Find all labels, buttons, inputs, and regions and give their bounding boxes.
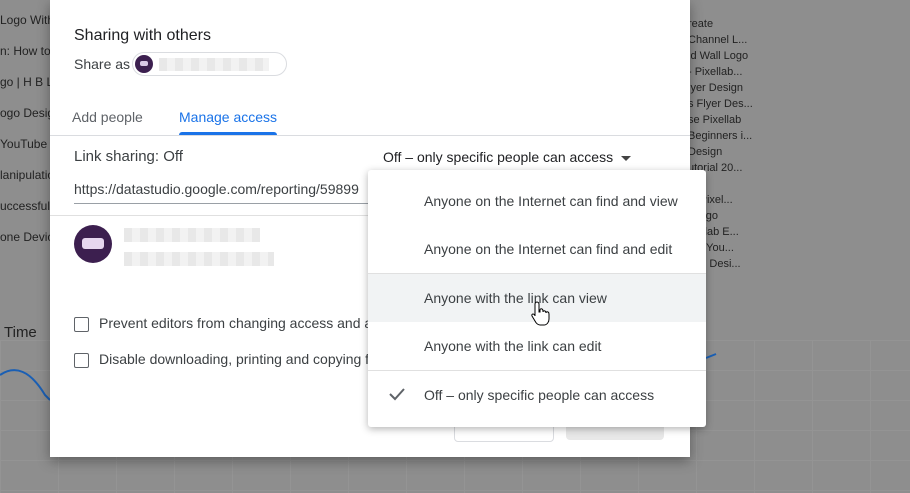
tab-manage-access[interactable]: Manage access bbox=[179, 109, 277, 125]
bg-list-item: go | H B Lo bbox=[0, 75, 52, 89]
checkmark-icon bbox=[389, 388, 405, 401]
disable-downloading-label: Disable downloading, printing and copyin… bbox=[99, 351, 370, 367]
share-url-field[interactable]: https://datastudio.google.com/reporting/… bbox=[74, 181, 394, 204]
share-as-account-chip[interactable] bbox=[132, 52, 287, 76]
prevent-editors-label: Prevent editors from changing access and… bbox=[99, 315, 373, 331]
bg-list-item: Logo With bbox=[0, 13, 52, 27]
bg-list-item: Beginners i... bbox=[688, 130, 753, 142]
bg-list-item: s Flyer Des... bbox=[688, 98, 753, 110]
redacted-owner-name bbox=[124, 228, 260, 242]
bg-list-item: n: How to bbox=[0, 44, 51, 58]
prevent-editors-checkbox[interactable] bbox=[74, 316, 89, 332]
hand-pointer-icon bbox=[531, 301, 550, 326]
prevent-editors-option[interactable]: Prevent editors from changing access and… bbox=[74, 315, 372, 332]
background-left-list: Logo With n: How to go | H B Lo ogo Desi… bbox=[0, 12, 52, 260]
dialog-tabs: Add people Manage access bbox=[50, 108, 690, 136]
bg-list-item: lanipulatio bbox=[0, 168, 52, 182]
tab-add-people[interactable]: Add people bbox=[72, 109, 143, 125]
bg-list-item: ld Wall Logo bbox=[688, 50, 749, 62]
bg-list-item: - Pixellab... bbox=[688, 66, 743, 78]
menu-item-internet-edit[interactable]: Anyone on the Internet can find and edit bbox=[368, 225, 706, 273]
menu-item-off-specific-people[interactable]: Off – only specific people can access bbox=[368, 371, 706, 419]
link-sharing-dropdown[interactable]: Off – only specific people can access bbox=[383, 149, 632, 165]
bg-list-item: Channel L... bbox=[688, 34, 748, 46]
menu-item-off-label: Off – only specific people can access bbox=[424, 387, 655, 403]
menu-item-internet-view[interactable]: Anyone on the Internet can find and view bbox=[368, 177, 706, 225]
share-as-label: Share as bbox=[74, 56, 131, 72]
bg-list-item: ogo Desig bbox=[0, 106, 52, 120]
bg-list-item: se Pixellab bbox=[688, 114, 742, 126]
menu-item-link-edit[interactable]: Anyone with the link can edit bbox=[368, 322, 706, 370]
bg-list-item: reate bbox=[688, 18, 714, 30]
link-sharing-selected-value: Off – only specific people can access bbox=[383, 149, 614, 165]
bg-list-item: YouTube C bbox=[0, 137, 52, 151]
bg-list-item: lyer Design bbox=[688, 82, 744, 94]
link-sharing-label: Link sharing: Off bbox=[74, 148, 183, 165]
redacted-account-name bbox=[159, 58, 269, 71]
disable-downloading-option[interactable]: Disable downloading, printing and copyin… bbox=[74, 351, 369, 368]
dropdown-caret-icon bbox=[621, 155, 632, 161]
link-sharing-menu: Anyone on the Internet can find and view… bbox=[368, 170, 706, 427]
account-avatar bbox=[135, 55, 153, 73]
bg-list-item: one Devic bbox=[0, 230, 52, 244]
background-time-label: Time bbox=[4, 324, 37, 341]
dialog-title: Sharing with others bbox=[74, 27, 211, 44]
active-tab-indicator bbox=[179, 132, 277, 135]
bg-list-item: uccessful bbox=[0, 199, 51, 213]
redacted-owner-email bbox=[124, 252, 274, 266]
owner-avatar bbox=[74, 225, 112, 263]
bg-list-item: Design bbox=[688, 146, 723, 158]
disable-downloading-checkbox[interactable] bbox=[74, 352, 89, 368]
